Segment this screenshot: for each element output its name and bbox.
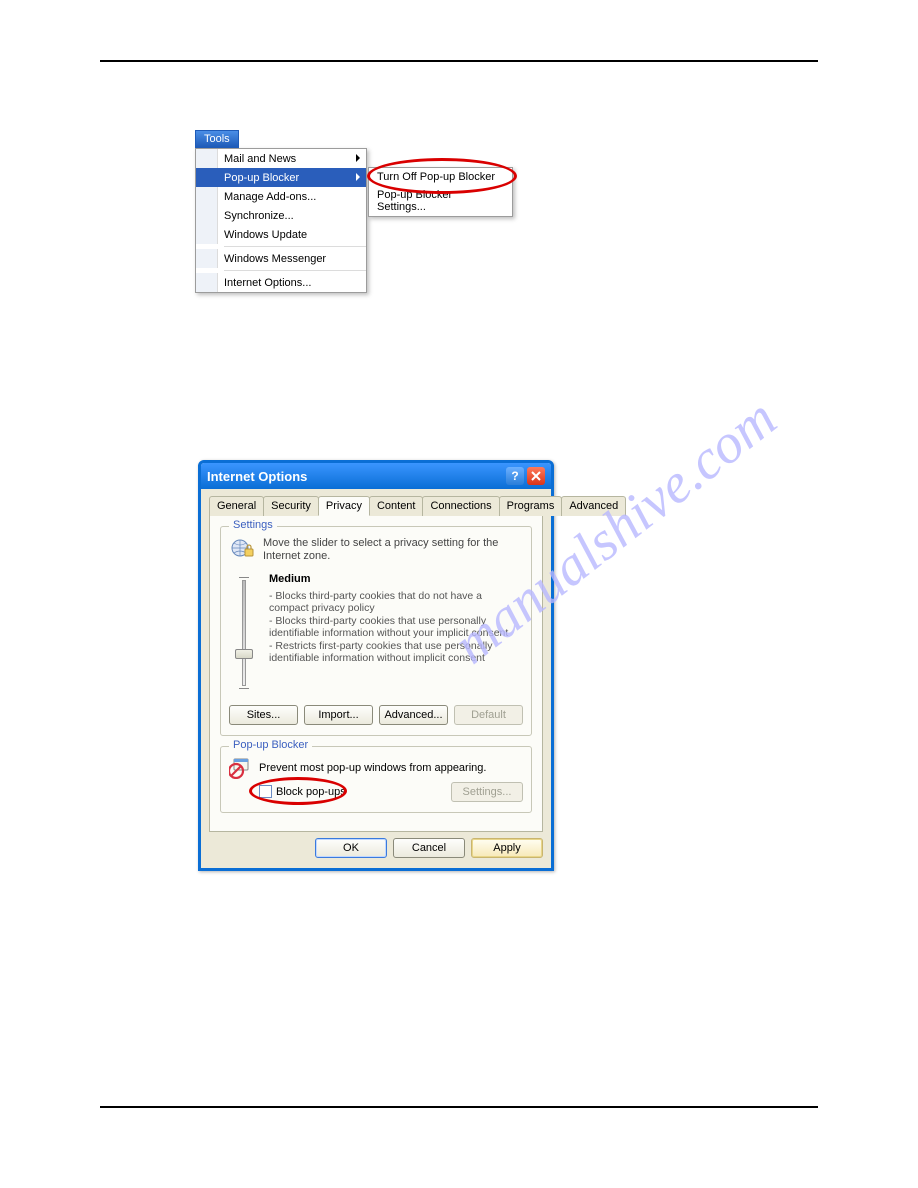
close-icon xyxy=(531,471,541,481)
menu-label: Windows Update xyxy=(224,229,307,241)
default-button: Default xyxy=(454,705,523,725)
submenu-item-settings[interactable]: Pop-up Blocker Settings... xyxy=(369,186,512,216)
tab-content[interactable]: Content xyxy=(369,496,424,516)
settings-legend: Settings xyxy=(229,519,277,531)
privacy-level-name: Medium xyxy=(269,573,523,586)
tab-security[interactable]: Security xyxy=(263,496,319,516)
menu-item-synchronize[interactable]: Synchronize... xyxy=(196,206,366,225)
menu-label: Internet Options... xyxy=(224,277,311,289)
privacy-bullet: - Blocks third-party cookies that do not… xyxy=(269,590,523,615)
slider-tick xyxy=(239,688,249,689)
menu-item-manage-addons[interactable]: Manage Add-ons... xyxy=(196,187,366,206)
tab-content-privacy: Settings Move the slider to select a pri… xyxy=(209,515,543,832)
tab-advanced[interactable]: Advanced xyxy=(561,496,626,516)
submenu-arrow-icon xyxy=(356,154,360,162)
slider-tick xyxy=(239,577,249,578)
menu-gutter xyxy=(196,273,218,292)
settings-intro-text: Move the slider to select a privacy sett… xyxy=(263,537,523,563)
tabs-row: General Security Privacy Content Connect… xyxy=(209,495,543,516)
popup-legend: Pop-up Blocker xyxy=(229,739,312,751)
menu-gutter xyxy=(196,168,218,187)
menu-item-internet-options[interactable]: Internet Options... xyxy=(196,273,366,292)
help-button[interactable]: ? xyxy=(506,467,524,485)
advanced-button[interactable]: Advanced... xyxy=(379,705,448,725)
menu-label: Mail and News xyxy=(224,153,296,165)
menu-gutter xyxy=(196,249,218,268)
menu-item-popup-blocker[interactable]: Pop-up Blocker xyxy=(196,168,366,187)
dialog-body: General Security Privacy Content Connect… xyxy=(201,489,551,868)
apply-button[interactable]: Apply xyxy=(471,838,543,858)
menu-item-windows-update[interactable]: Windows Update xyxy=(196,225,366,244)
menu-label: Manage Add-ons... xyxy=(224,191,316,203)
menu-label: Pop-up Blocker xyxy=(224,172,299,184)
menu-item-mail-and-news[interactable]: Mail and News xyxy=(196,149,366,168)
privacy-bullet: - Blocks third-party cookies that use pe… xyxy=(269,615,523,640)
submenu-item-turn-off[interactable]: Turn Off Pop-up Blocker xyxy=(369,168,512,186)
page-rule-bottom xyxy=(100,1106,818,1108)
dialog-title: Internet Options xyxy=(207,469,503,484)
tab-programs[interactable]: Programs xyxy=(499,496,563,516)
submenu-arrow-icon xyxy=(356,173,360,181)
block-popups-checkbox[interactable] xyxy=(259,785,272,798)
import-button[interactable]: Import... xyxy=(304,705,373,725)
menu-gutter xyxy=(196,225,218,244)
cancel-button[interactable]: Cancel xyxy=(393,838,465,858)
privacy-bullet: - Restricts first-party cookies that use… xyxy=(269,640,523,665)
tab-general[interactable]: General xyxy=(209,496,264,516)
slider-track xyxy=(242,580,246,686)
tab-privacy[interactable]: Privacy xyxy=(318,496,370,516)
tools-menu-header[interactable]: Tools xyxy=(195,130,239,148)
ok-button[interactable]: OK xyxy=(315,838,387,858)
sites-button[interactable]: Sites... xyxy=(229,705,298,725)
popup-blocker-groupbox: Pop-up Blocker Prevent most pop-up windo… xyxy=(220,746,532,813)
block-popups-label: Block pop-ups xyxy=(276,786,346,798)
tab-connections[interactable]: Connections xyxy=(422,496,499,516)
menu-separator xyxy=(224,246,366,247)
menu-label: Synchronize... xyxy=(224,210,294,222)
settings-groupbox: Settings Move the slider to select a pri… xyxy=(220,526,532,736)
internet-options-dialog: Internet Options ? General Security Priv… xyxy=(198,460,554,871)
privacy-policy-text: Medium - Blocks third-party cookies that… xyxy=(269,573,523,693)
page-rule-top xyxy=(100,60,818,62)
menu-label: Windows Messenger xyxy=(224,253,326,265)
dialog-bottom-buttons: OK Cancel Apply xyxy=(209,832,543,858)
privacy-slider[interactable] xyxy=(229,573,259,693)
popup-blocker-submenu: Turn Off Pop-up Blocker Pop-up Blocker S… xyxy=(368,167,513,217)
menu-gutter xyxy=(196,206,218,225)
menu-separator xyxy=(224,270,366,271)
slider-thumb[interactable] xyxy=(235,649,253,659)
dialog-titlebar[interactable]: Internet Options ? xyxy=(201,463,551,489)
popup-description: Prevent most pop-up windows from appeari… xyxy=(259,762,486,774)
no-popup-icon xyxy=(229,757,251,779)
menu-gutter xyxy=(196,187,218,206)
tools-menu-panel: Mail and News Pop-up Blocker Manage Add-… xyxy=(195,148,367,293)
globe-lock-icon xyxy=(229,537,255,559)
tools-menu-block: Tools Mail and News Pop-up Blocker Manag… xyxy=(195,130,367,293)
menu-item-windows-messenger[interactable]: Windows Messenger xyxy=(196,249,366,268)
menu-gutter xyxy=(196,149,218,168)
close-button[interactable] xyxy=(527,467,545,485)
